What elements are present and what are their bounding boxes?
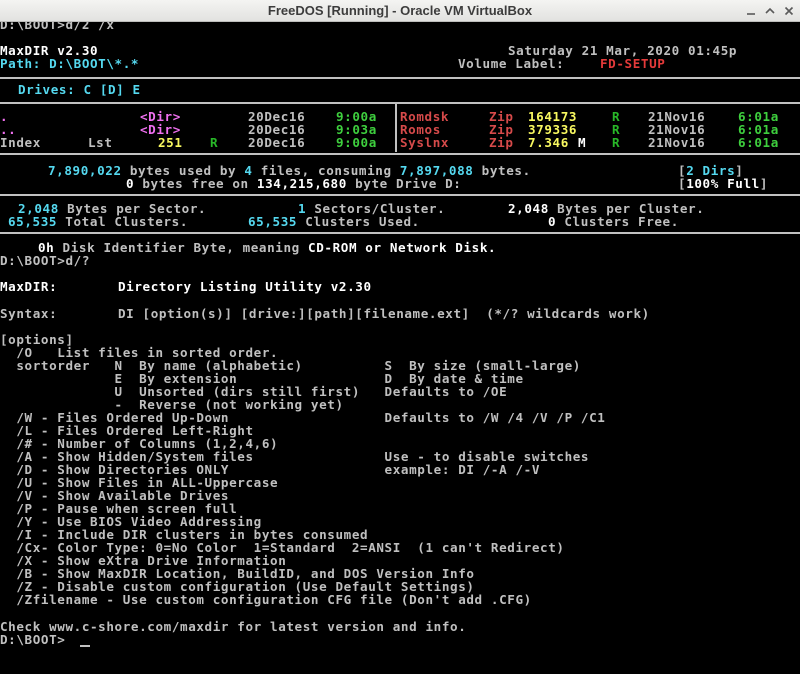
divider — [0, 153, 800, 155]
column-divider — [395, 104, 397, 152]
clusters-used: 65,535 Clusters Used. — [248, 214, 420, 229]
dos-console[interactable]: D:\BOOT>d/2 /x MaxDIR v2.30 Saturday 21 … — [0, 22, 800, 674]
volume-label-value: FD-SETUP — [600, 56, 666, 71]
drive-full: [100% Full] — [678, 176, 769, 191]
help-title: Directory Listing Utility v2.30 — [118, 279, 372, 294]
drive-size: 134,215,680 — [256, 176, 347, 191]
divider — [0, 77, 800, 79]
help-title-label: MaxDIR: — [0, 279, 58, 294]
drives-list: Drives: C [D] E — [18, 82, 141, 97]
check-website-line: Check www.c-shore.com/maxdir for latest … — [0, 619, 467, 634]
window-title: FreeDOS [Running] - Oracle VM VirtualBox — [267, 3, 533, 18]
command-line: D:\BOOT>d/? — [0, 253, 91, 268]
syntax-label: Syntax: — [0, 306, 58, 321]
option-line: /Zfilename - Use custom configuration CF… — [0, 592, 532, 607]
divider — [0, 232, 800, 234]
window-titlebar[interactable]: FreeDOS [Running] - Oracle VM VirtualBox — [0, 0, 800, 22]
file-time: 6:01a — [738, 135, 779, 150]
divider — [0, 102, 800, 104]
bytes-free-line: 0 bytes free on 134,215,680 byte Drive D… — [126, 176, 462, 191]
divider — [0, 194, 800, 196]
text-cursor — [80, 645, 90, 647]
file-size-unit: M — [578, 135, 587, 150]
file-name: Syslnx — [400, 135, 450, 150]
file-attr: R — [210, 135, 219, 150]
path-label: Path: D:\BOOT\*.* — [0, 56, 140, 71]
file-attr: R — [612, 135, 621, 150]
syntax-text: DI [option(s)] [drive:][path][filename.e… — [118, 306, 650, 321]
volume-label-caption: Volume Label: — [458, 56, 573, 71]
bytes-free-value: 0 — [126, 176, 135, 191]
clusters-free: 0 Clusters Free. — [548, 214, 679, 229]
file-time: 9:00a — [336, 135, 377, 150]
close-icon[interactable] — [782, 4, 796, 18]
file-date: 21Nov16 — [648, 135, 706, 150]
minimize-icon[interactable] — [744, 4, 758, 18]
disk-identifier-line: 0h Disk Identifier Byte, meaning CD-ROM … — [38, 240, 497, 255]
file-date: 20Dec16 — [248, 135, 306, 150]
total-clusters: 65,535 Total Clusters. — [8, 214, 189, 229]
command-prompt[interactable]: D:\BOOT> — [0, 633, 65, 646]
maximize-icon[interactable] — [763, 4, 777, 18]
file-size: 7.346 — [528, 135, 569, 150]
bytes-used-value: 7,890,022 — [48, 163, 122, 178]
file-ext: Zip — [489, 135, 514, 150]
file-ext: Lst — [88, 135, 113, 150]
file-size: 251 — [158, 135, 183, 150]
command-line: D:\BOOT>d/2 /x — [0, 22, 115, 32]
file-name: Index — [0, 135, 41, 150]
